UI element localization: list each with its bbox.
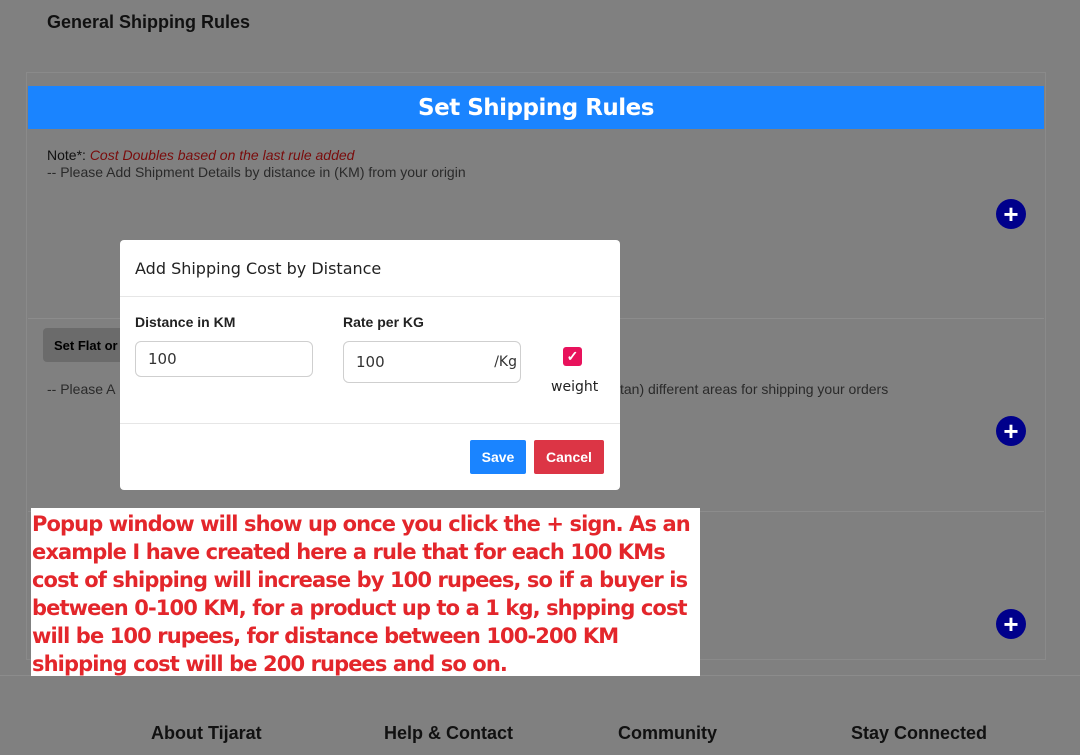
- check-icon: ✓: [566, 348, 579, 364]
- page-title: General Shipping Rules: [47, 12, 251, 32]
- distance-value: 100: [148, 350, 177, 368]
- footer-about[interactable]: About Tijarat: [151, 723, 262, 744]
- rate-label: Rate per KG: [343, 314, 424, 330]
- distance-label: Distance in KM: [135, 314, 236, 330]
- section2-text-continued: tan) different areas for shipping your o…: [620, 381, 889, 397]
- footer-help[interactable]: Help & Contact: [384, 723, 513, 744]
- note-subtext: -- Please Add Shipment Details by distan…: [47, 164, 466, 180]
- note-emphasis: Cost Doubles based on the last rule adde…: [89, 147, 355, 163]
- plus-icon: +: [1003, 199, 1019, 229]
- set-shipping-rules-banner: Set Shipping Rules: [28, 86, 1044, 129]
- modal-footer-divider: [120, 423, 620, 424]
- footer-community[interactable]: Community: [618, 723, 717, 744]
- add-flat-rule-button[interactable]: +: [996, 416, 1026, 446]
- section2-text: -- Please A: [47, 381, 116, 397]
- add-shipping-cost-modal: Add Shipping Cost by Distance Distance i…: [120, 240, 620, 490]
- rate-value: 100: [356, 353, 385, 371]
- footer-stay-connected[interactable]: Stay Connected: [851, 723, 987, 744]
- modal-title: Add Shipping Cost by Distance: [135, 259, 382, 278]
- add-rule-button[interactable]: +: [996, 609, 1026, 639]
- add-distance-rule-button[interactable]: +: [996, 199, 1026, 229]
- modal-header-divider: [120, 296, 620, 297]
- note-line: Note*: Cost Doubles based on the last ru…: [47, 147, 354, 163]
- rate-suffix: /Kg: [494, 354, 517, 370]
- note-label: Note*:: [47, 147, 86, 163]
- save-button[interactable]: Save: [470, 440, 526, 474]
- plus-icon: +: [1003, 609, 1019, 639]
- distance-input[interactable]: 100: [135, 341, 313, 377]
- cancel-button[interactable]: Cancel: [534, 440, 604, 474]
- weight-label: weight: [551, 379, 599, 395]
- annotation-callout: Popup window will show up once you click…: [31, 508, 700, 676]
- weight-checkbox[interactable]: ✓: [563, 347, 582, 366]
- plus-icon: +: [1003, 416, 1019, 446]
- rate-input[interactable]: 100 /Kg: [343, 341, 521, 383]
